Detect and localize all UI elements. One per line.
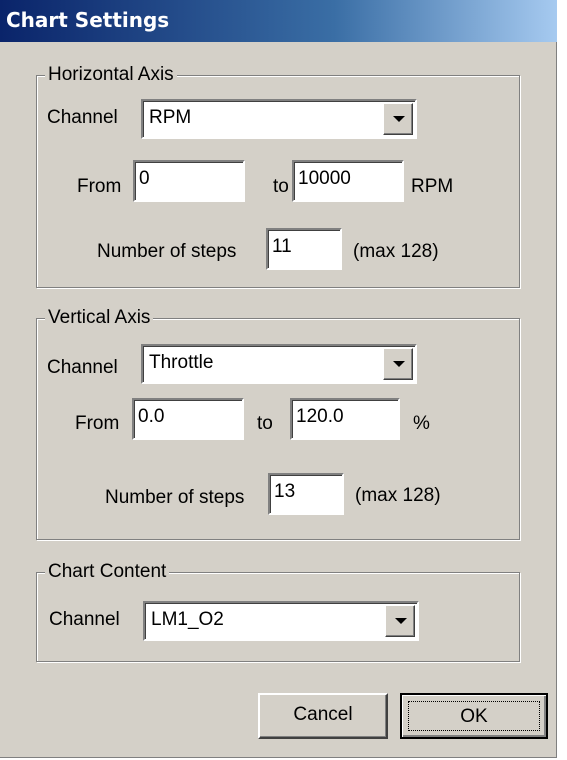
vertical-channel-value: Throttle	[149, 352, 214, 373]
vertical-axis-group: Vertical Axis Channel Throttle From 0.0 …	[36, 306, 520, 540]
horizontal-to-label: to	[273, 176, 289, 197]
title-bar[interactable]: Chart Settings	[0, 0, 557, 42]
chart-content-legend: Chart Content	[45, 560, 170, 584]
chevron-down-icon[interactable]	[383, 348, 413, 380]
horizontal-unit-label: RPM	[411, 176, 454, 197]
vertical-channel-label: Channel	[47, 357, 118, 378]
vertical-to-input[interactable]: 120.0	[290, 398, 400, 440]
vertical-channel-select[interactable]: Throttle	[141, 344, 417, 384]
horizontal-steps-max: (max 128)	[353, 241, 439, 262]
content-channel-select[interactable]: LM1_O2	[143, 601, 419, 641]
dialog-title: Chart Settings	[6, 8, 170, 32]
vertical-steps-input[interactable]: 13	[268, 473, 344, 515]
horizontal-steps-label: Number of steps	[97, 241, 237, 262]
horizontal-from-label: From	[77, 176, 122, 197]
vertical-unit-label: %	[413, 413, 430, 434]
vertical-axis-legend: Vertical Axis	[45, 306, 154, 330]
horizontal-channel-label: Channel	[47, 107, 118, 128]
chevron-down-icon[interactable]	[383, 103, 413, 135]
horizontal-channel-value: RPM	[149, 107, 192, 128]
horizontal-channel-select[interactable]: RPM	[141, 99, 417, 139]
horizontal-from-input[interactable]: 0	[133, 160, 245, 202]
ok-button-label: OK	[408, 701, 540, 731]
content-channel-value: LM1_O2	[151, 609, 224, 630]
content-channel-label: Channel	[49, 609, 120, 630]
horizontal-steps-input[interactable]: 11	[266, 228, 342, 270]
vertical-steps-max: (max 128)	[355, 485, 441, 506]
ok-button[interactable]: OK	[400, 693, 548, 739]
horizontal-axis-legend: Horizontal Axis	[45, 63, 177, 87]
vertical-from-input[interactable]: 0.0	[132, 398, 244, 440]
chevron-down-icon[interactable]	[385, 605, 415, 637]
vertical-to-label: to	[257, 413, 273, 434]
chart-content-group: Chart Content Channel LM1_O2	[36, 560, 520, 662]
cancel-button[interactable]: Cancel	[258, 693, 388, 739]
chart-settings-dialog: Chart Settings Horizontal Axis Channel R…	[0, 0, 557, 758]
vertical-steps-label: Number of steps	[105, 487, 245, 508]
horizontal-to-input[interactable]: 10000	[292, 160, 404, 202]
vertical-from-label: From	[75, 413, 120, 434]
horizontal-axis-group: Horizontal Axis Channel RPM From 0 to 10…	[36, 63, 520, 288]
